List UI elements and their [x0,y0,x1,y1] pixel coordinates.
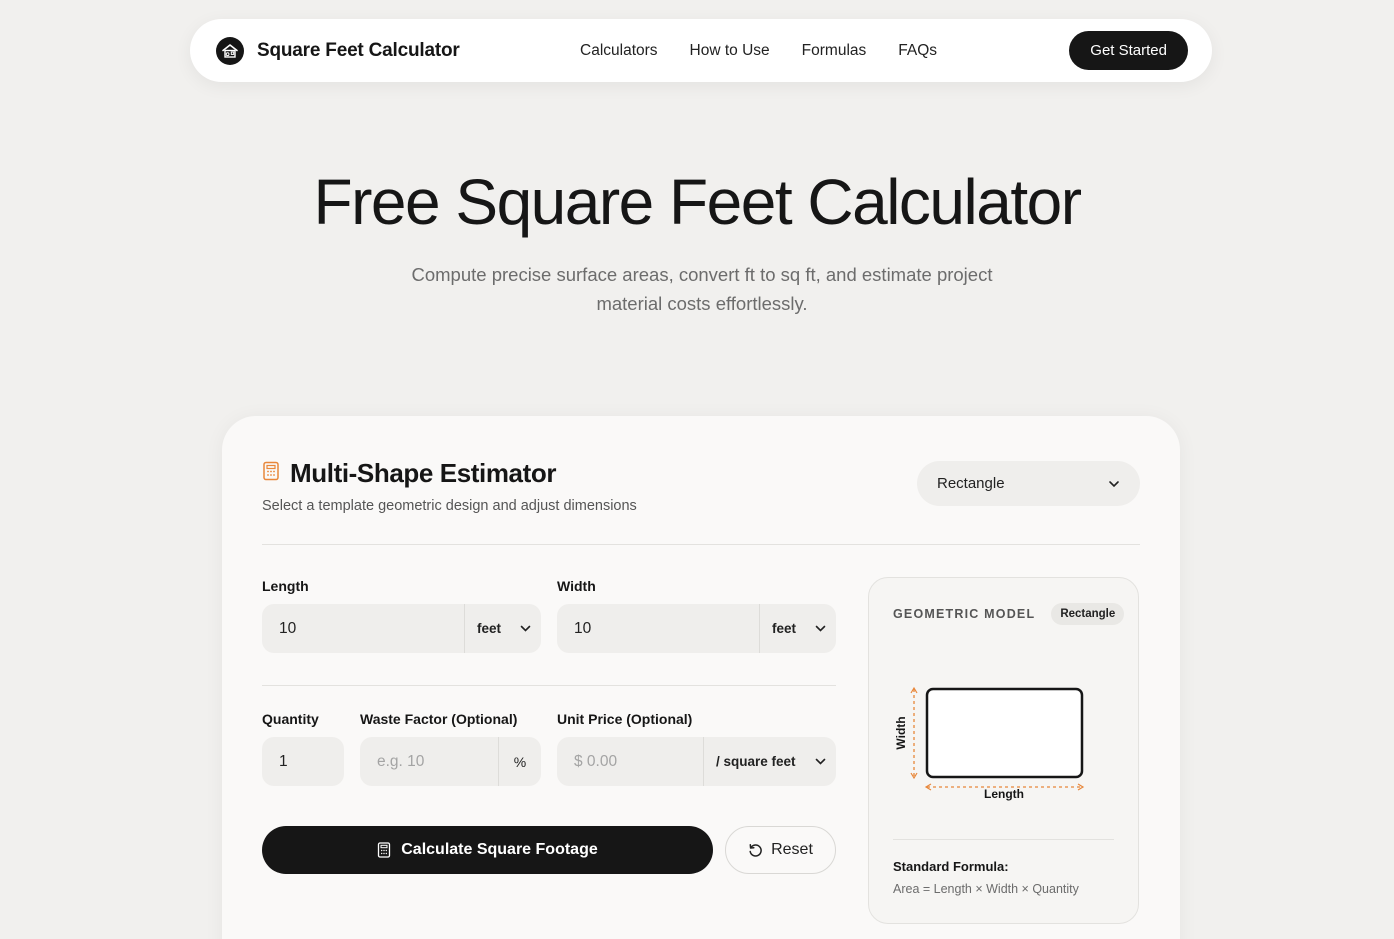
estimator-subtitle: Select a template geometric design and a… [262,498,637,514]
nav-link-faqs[interactable]: FAQs [898,42,937,60]
width-dimension-label: Width [894,716,908,749]
width-label: Width [557,578,596,594]
quantity-field: 1 [262,737,344,786]
reset-button-label: Reset [771,841,813,858]
price-unit-select[interactable]: / square feet [703,737,836,786]
estimator-header: Multi-Shape Estimator Select a template … [262,458,637,514]
estimator-title: Multi-Shape Estimator [290,458,557,488]
nav-link-calculators[interactable]: Calculators [580,42,658,60]
hero-subtitle: Compute precise surface areas, convert f… [387,260,1017,318]
chevron-down-icon [520,625,531,632]
waste-factor-field: e.g. 10 % [360,737,541,786]
formula-text: Area = Length × Width × Quantity [893,882,1079,896]
shape-badge: Rectangle [1051,603,1125,625]
length-input[interactable]: 10 [262,620,464,638]
house-logo-icon [216,36,244,65]
unit-price-label: Unit Price (Optional) [557,711,693,727]
geometric-model-panel: GEOMETRIC MODEL Rectangle Width Length S… [868,577,1139,924]
calculator-icon [378,842,391,858]
width-field: 10 feet [557,604,836,653]
header-divider [262,544,1140,545]
width-input[interactable]: 10 [557,620,759,638]
nav-links: Calculators How to Use Formulas FAQs [580,19,937,82]
chevron-down-icon [1108,475,1120,492]
fields-divider [262,685,836,686]
length-unit-value: feet [477,621,502,636]
shape-select-value: Rectangle [937,475,1005,492]
length-unit-select[interactable]: feet [464,604,541,653]
brand-name: Square Feet Calculator [257,39,460,61]
rectangle-shape [925,687,1084,779]
brand[interactable]: Square Feet Calculator [216,19,460,82]
unit-price-input[interactable]: $ 0.00 [557,753,703,771]
waste-factor-label: Waste Factor (Optional) [360,711,518,727]
hero-subtitle-line1: Compute precise surface areas, convert f… [411,264,993,285]
length-field: 10 feet [262,604,541,653]
hero-subtitle-line2: material costs effortlessly. [596,293,808,314]
estimator-card: Multi-Shape Estimator Select a template … [222,416,1180,939]
quantity-label: Quantity [262,711,319,727]
width-unit-select[interactable]: feet [759,604,836,653]
chevron-down-icon [815,758,826,765]
calculate-button[interactable]: Calculate Square Footage [262,826,713,874]
nav-link-formulas[interactable]: Formulas [802,42,867,60]
quantity-input[interactable]: 1 [262,753,344,771]
geometric-model-title: GEOMETRIC MODEL [893,607,1036,621]
waste-factor-input[interactable]: e.g. 10 [360,753,498,771]
unit-price-field: $ 0.00 / square feet [557,737,836,786]
width-unit-value: feet [772,621,797,636]
shape-select[interactable]: Rectangle [917,461,1140,506]
reset-icon [749,843,762,857]
nav-link-how-to-use[interactable]: How to Use [690,42,770,60]
top-navbar: Square Feet Calculator Calculators How t… [190,19,1212,82]
formula-label: Standard Formula: [893,859,1009,874]
reset-button[interactable]: Reset [725,826,836,874]
calculator-icon [262,461,280,486]
get-started-button[interactable]: Get Started [1069,31,1188,70]
rectangle-diagram: Width Length [894,686,1085,801]
model-divider [893,839,1114,840]
percent-unit: % [498,737,541,786]
length-label: Length [262,578,309,594]
chevron-down-icon [815,625,826,632]
price-unit-value: / square feet [716,754,796,769]
length-dimension-label: Length [984,787,1024,801]
calculate-button-label: Calculate Square Footage [401,841,598,858]
hero-title: Free Square Feet Calculator [313,166,1083,238]
